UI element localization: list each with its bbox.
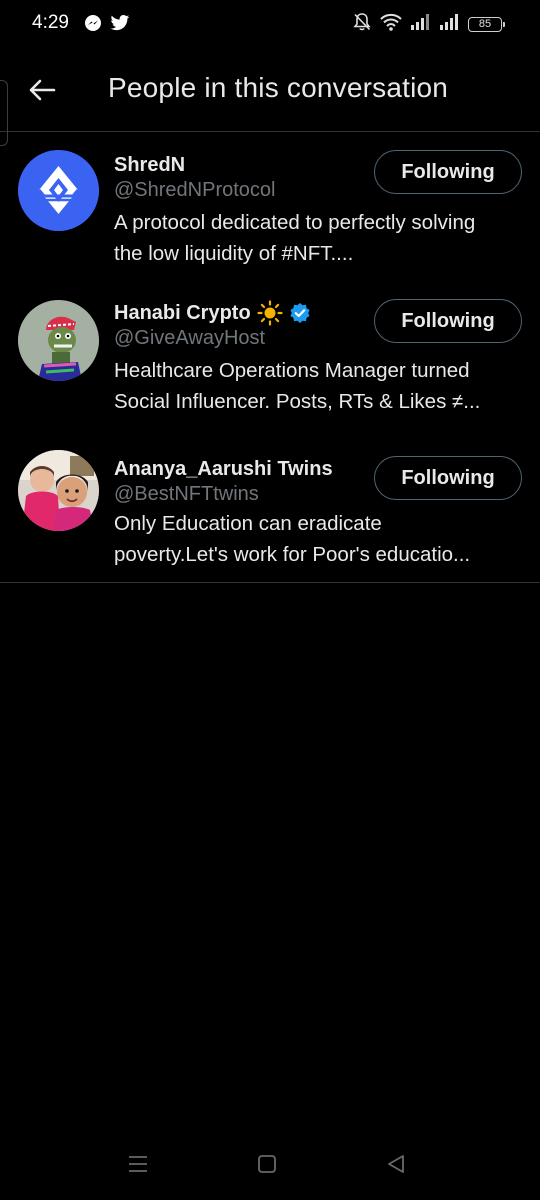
- list-item[interactable]: ShredN @ShredNProtocol A protocol dedica…: [0, 132, 540, 282]
- twitter-bird-icon: [110, 14, 130, 37]
- back-triangle-icon: [388, 1155, 404, 1173]
- list-item[interactable]: Ananya_Aarushi Twins @BestNFTtwins Only …: [0, 436, 540, 582]
- recent-apps-button[interactable]: [120, 1146, 156, 1182]
- display-name: ShredN: [114, 153, 186, 176]
- mute-bell-icon: [352, 12, 372, 37]
- messenger-icon: [84, 14, 102, 37]
- battery-level: 85: [478, 18, 492, 30]
- header: People in this conversation: [0, 48, 540, 132]
- home-square-icon: [258, 1155, 276, 1173]
- signal-icon: [439, 13, 461, 36]
- list-item[interactable]: Hanabi Crypto @GiveAwayHost Healthcare O…: [0, 282, 540, 436]
- nav-back-button[interactable]: [378, 1146, 414, 1182]
- bio-line: Healthcare Operations Manager turned: [114, 359, 470, 382]
- display-name: Ananya_Aarushi Twins: [114, 457, 333, 480]
- bio-line: Only Education can eradicate: [114, 512, 382, 535]
- page-title: People in this conversation: [108, 72, 449, 103]
- wifi-icon: [379, 12, 403, 37]
- avatar[interactable]: [18, 150, 99, 231]
- display-name: Hanabi Crypto: [114, 301, 251, 324]
- following-button[interactable]: Following: [374, 150, 522, 194]
- home-button[interactable]: [249, 1146, 285, 1182]
- bio-line: A protocol dedicated to perfectly solvin…: [114, 211, 476, 234]
- arrow-left-icon: [29, 79, 56, 101]
- user-bio: Healthcare Operations Manager turned Soc…: [114, 355, 526, 417]
- bio-line: Social Influencer. Posts, RTs & Likes ≠.…: [114, 390, 481, 413]
- status-bar: 4:29 85: [0, 0, 540, 48]
- menu-icon: [129, 1156, 147, 1172]
- system-navigation-bar: [0, 1130, 540, 1200]
- following-button[interactable]: Following: [374, 456, 522, 500]
- battery-icon: 85: [468, 16, 505, 32]
- status-time: 4:29: [32, 12, 69, 33]
- sun-emoji-icon: [257, 300, 283, 326]
- verified-badge-icon: [289, 302, 311, 324]
- bio-line: the low liquidity of #NFT....: [114, 242, 354, 265]
- signal-icon: [410, 13, 432, 36]
- people-list: ShredN @ShredNProtocol A protocol dedica…: [0, 132, 540, 583]
- back-button[interactable]: [24, 72, 60, 108]
- user-bio: Only Education can eradicate poverty.Let…: [114, 508, 526, 570]
- status-right-icons: 85: [352, 12, 505, 37]
- avatar[interactable]: [18, 450, 99, 531]
- following-button[interactable]: Following: [374, 299, 522, 343]
- bio-line: poverty.Let's work for Poor's educatio..…: [114, 543, 471, 566]
- user-bio: A protocol dedicated to perfectly solvin…: [114, 207, 526, 269]
- avatar[interactable]: [18, 300, 99, 381]
